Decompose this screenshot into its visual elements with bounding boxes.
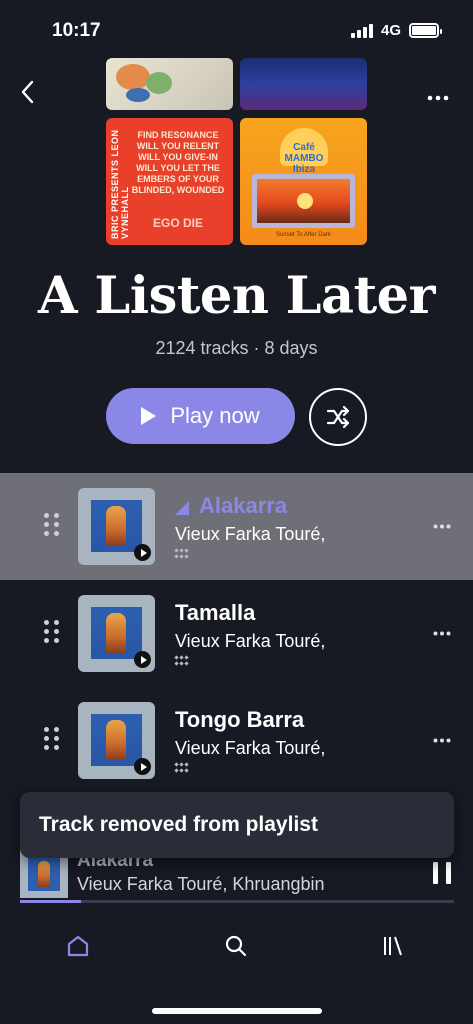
cover-4-logo: Café MAMBO Ibiza (280, 128, 328, 175)
play-overlay-icon (134, 651, 151, 668)
drag-handle-icon[interactable] (44, 620, 60, 644)
playlist-title: A Listen Later (38, 266, 435, 326)
cover-art-4: Café MAMBO Ibiza Sunset To After Dark (240, 118, 367, 245)
track-title: Tamalla (175, 600, 256, 625)
cover-3-side-text: BRIC PRESENTS LEON VYNEHALL (110, 129, 130, 239)
track-row[interactable]: Tamalla Vieux Farka Touré, (0, 580, 473, 687)
shuffle-icon (326, 405, 350, 429)
track-artist: Vieux Farka Touré, (175, 631, 326, 651)
cover-art-2 (240, 58, 367, 110)
tidal-icon (174, 762, 189, 773)
battery-icon (409, 23, 442, 38)
more-horizontal-icon (433, 524, 451, 529)
tidal-icon (174, 548, 189, 559)
signal-icon (350, 23, 373, 38)
cover-3-text: FIND RESONANCE WILL YOU RELENT WILL YOU … (131, 130, 225, 195)
home-indicator (152, 1008, 322, 1014)
more-horizontal-icon (427, 95, 449, 101)
tab-search[interactable] (216, 926, 256, 966)
track-row[interactable]: Alakarra Vieux Farka Touré, (0, 473, 473, 580)
pause-button[interactable] (433, 862, 451, 884)
track-artist: Vieux Farka Touré, (175, 738, 326, 758)
play-now-button[interactable]: Play now (106, 388, 295, 444)
cover-art-1 (106, 58, 233, 110)
network-label: 4G (380, 22, 401, 39)
tab-home[interactable] (58, 926, 98, 966)
drag-handle-icon[interactable] (44, 513, 60, 537)
play-icon (141, 407, 157, 425)
more-horizontal-icon (433, 738, 451, 743)
tab-bar (0, 904, 473, 980)
library-icon (384, 936, 402, 956)
toast-message: Track removed from playlist (39, 813, 318, 836)
tab-library[interactable] (373, 926, 413, 966)
track-artist: Vieux Farka Touré, (175, 524, 326, 544)
track-artwork (78, 702, 155, 779)
drag-handle-icon[interactable] (44, 727, 60, 751)
toast-notification: Track removed from playlist (20, 792, 454, 858)
tidal-icon (174, 655, 189, 666)
cover-4-subtitle: Sunset To After Dark (276, 232, 331, 238)
playback-progress-fill (20, 900, 81, 903)
track-title: Alakarra (199, 493, 288, 518)
track-artwork (78, 595, 155, 672)
play-overlay-icon (134, 758, 151, 775)
playlist-meta: 2124 tracks · 8 days (155, 338, 318, 358)
track-more-button[interactable] (433, 620, 451, 641)
track-title: Tongo Barra (175, 707, 305, 732)
status-indicators: 4G (350, 22, 442, 39)
cover-art-3: BRIC PRESENTS LEON VYNEHALL FIND RESONAN… (106, 118, 233, 245)
track-artwork (78, 488, 155, 565)
track-row[interactable]: Tongo Barra Vieux Farka Touré, (0, 687, 473, 794)
track-more-button[interactable] (433, 513, 451, 534)
more-options-button[interactable] (427, 84, 449, 107)
track-more-button[interactable] (433, 727, 451, 748)
chevron-left-icon (21, 80, 34, 104)
playback-progress[interactable] (20, 900, 454, 903)
play-overlay-icon (134, 544, 151, 561)
status-bar: 10:17 4G (0, 0, 473, 60)
play-now-label: Play now (170, 403, 260, 428)
status-time: 10:17 (52, 20, 101, 41)
mini-player-artist: Vieux Farka Touré, Khruangbin (77, 874, 325, 894)
search-icon (225, 935, 247, 957)
back-button[interactable] (14, 78, 42, 106)
shuffle-button[interactable] (309, 388, 367, 446)
home-icon (67, 935, 89, 957)
cover-3-emphasis: EGO DIE (152, 216, 203, 230)
more-horizontal-icon (433, 631, 451, 636)
